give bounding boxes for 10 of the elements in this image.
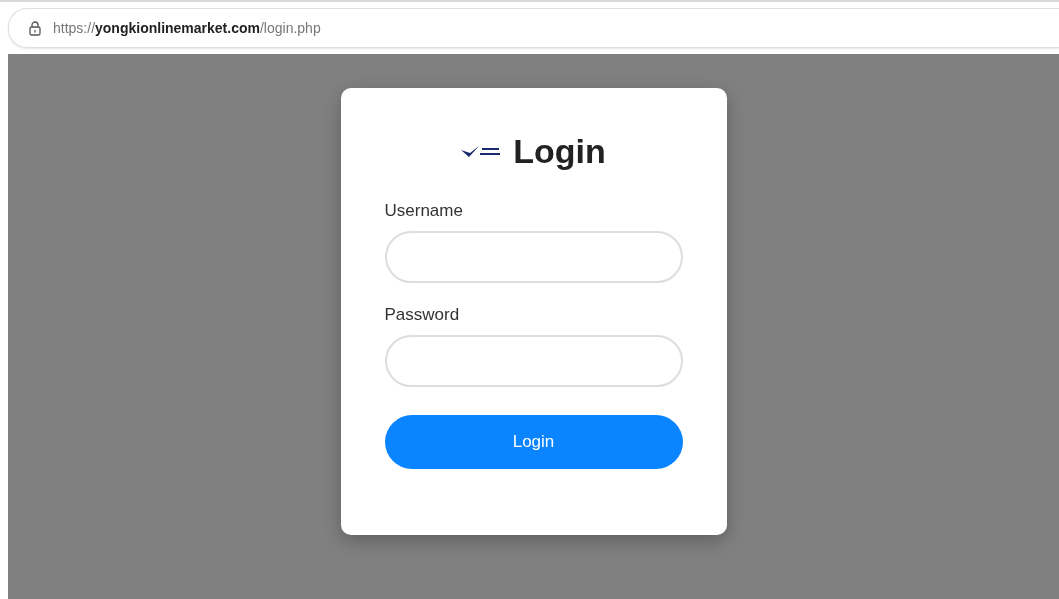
lock-icon	[29, 20, 41, 36]
field-label: Password	[384, 305, 461, 325]
bird-logo-icon	[461, 143, 502, 160]
field-label: Username	[384, 201, 464, 221]
login-button[interactable]: Login	[384, 415, 683, 469]
input-field[interactable]	[384, 335, 683, 387]
url-text: https://yongkionlinemarket.com/login.php	[53, 20, 321, 36]
login-title: Login	[513, 132, 606, 171]
address-bar[interactable]: https://yongkionlinemarket.com/login.php	[8, 8, 1059, 48]
input-field[interactable]	[384, 231, 683, 283]
